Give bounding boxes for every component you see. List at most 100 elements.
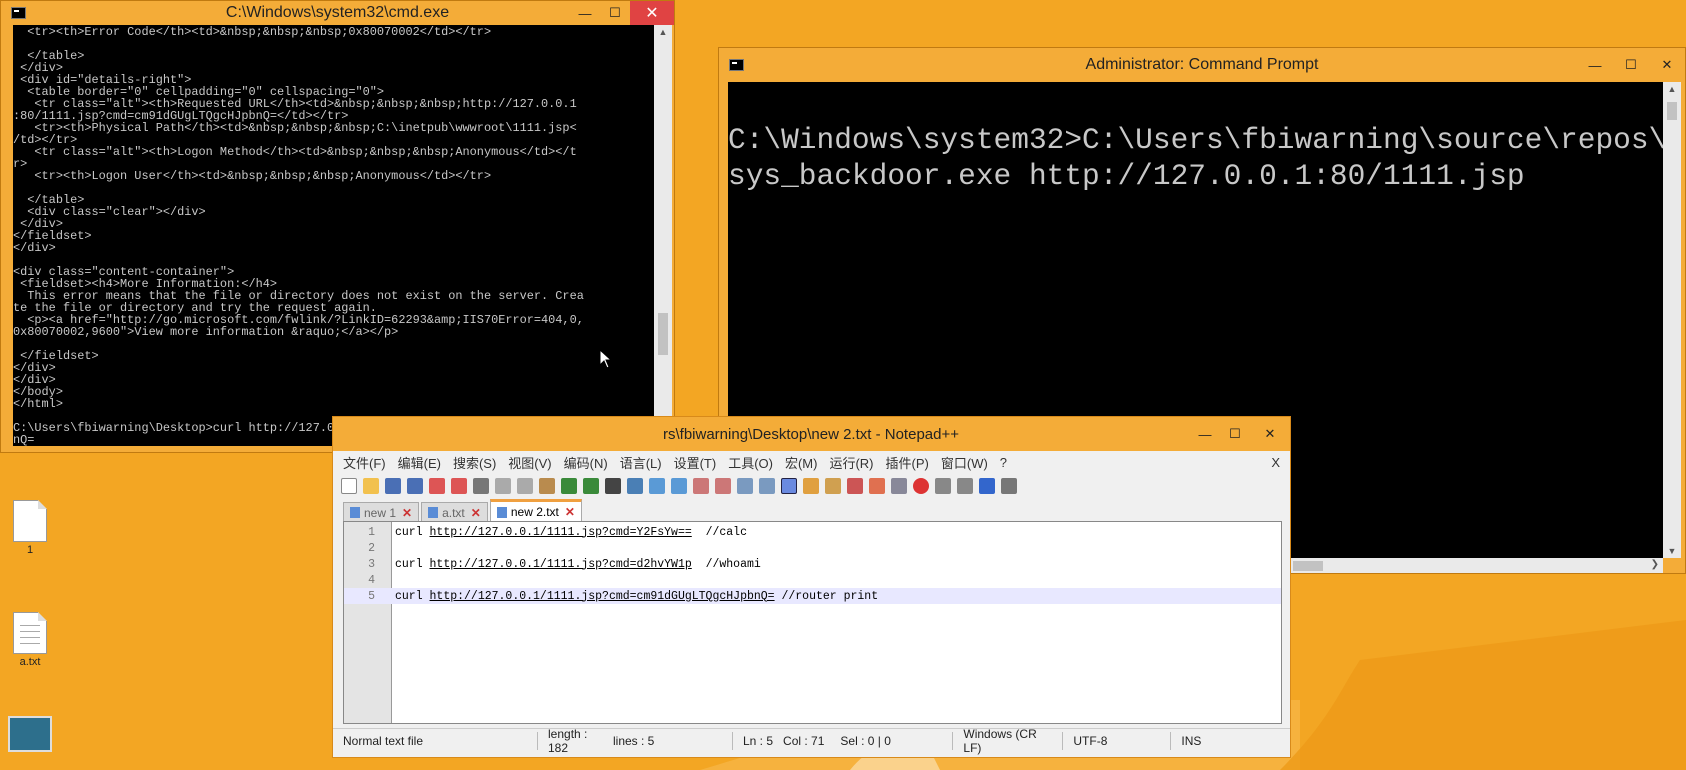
scroll-up-icon[interactable]: ▲ [654, 27, 672, 37]
cmd-exe-window[interactable]: C:\Windows\system32\cmd.exe — ☐ ✕ <tr><t… [0, 0, 675, 453]
status-length: length : 182 [548, 727, 588, 755]
save-all-icon[interactable] [407, 478, 423, 494]
url-link[interactable]: http://127.0.0.1/1111.jsp?cmd=Y2FsYw== [430, 526, 692, 539]
maximize-button[interactable]: ☐ [1613, 48, 1649, 82]
desktop-icon-a-txt[interactable]: a.txt [0, 612, 60, 668]
menu-settings[interactable]: 设置(T) [674, 453, 717, 472]
sync-v-icon[interactable] [693, 478, 709, 494]
find-icon[interactable] [605, 478, 621, 494]
monitoring-icon[interactable] [891, 478, 907, 494]
editor-line-current[interactable]: 5 curl http://127.0.0.1/1111.jsp?cmd=cm91… [344, 588, 1281, 604]
minimize-button[interactable]: — [1577, 48, 1613, 82]
menu-edit[interactable]: 编辑(E) [398, 453, 441, 472]
maximize-button[interactable]: ☐ [600, 1, 630, 25]
word-wrap-icon[interactable] [737, 478, 753, 494]
close-button[interactable]: ✕ [1649, 48, 1685, 82]
title-bar[interactable]: C:\Windows\system32\cmd.exe — ☐ ✕ [1, 1, 674, 25]
maximize-button[interactable]: ☐ [1220, 417, 1250, 451]
scroll-thumb[interactable] [1667, 102, 1677, 120]
tab-a-txt[interactable]: a.txt ✕ [421, 502, 488, 522]
toolbar [341, 473, 1282, 499]
window-title: C:\Windows\system32\cmd.exe [225, 4, 450, 21]
console-text: <tr><th>Error Code</th><td>&nbsp;&nbsp;&… [13, 25, 584, 446]
doc-map-icon[interactable] [825, 478, 841, 494]
text-editor[interactable]: 1 curl http://127.0.0.1/1111.jsp?cmd=Y2Fs… [343, 521, 1282, 724]
sync-h-icon[interactable] [715, 478, 731, 494]
vertical-scrollbar[interactable]: ▲ ▼ [654, 25, 672, 446]
new-file-icon[interactable] [341, 478, 357, 494]
menu-search[interactable]: 搜索(S) [453, 453, 496, 472]
title-bar[interactable]: rs\fbiwarning\Desktop\new 2.txt - Notepa… [333, 417, 1290, 451]
minimize-button[interactable]: — [570, 1, 600, 25]
window-title: Administrator: Command Prompt [1085, 56, 1319, 73]
tab-new-1[interactable]: new 1 ✕ [343, 502, 420, 522]
save-icon[interactable] [385, 478, 401, 494]
editor-line[interactable]: 2 [344, 540, 1281, 556]
save-macro-icon[interactable] [1001, 478, 1017, 494]
indent-guide-icon[interactable] [781, 478, 797, 494]
tab-new-2-txt[interactable]: new 2.txt ✕ [489, 499, 582, 522]
app-shortcut-icon [8, 716, 52, 752]
replace-icon[interactable] [627, 478, 643, 494]
undo-icon[interactable] [561, 478, 577, 494]
show-all-chars-icon[interactable] [759, 478, 775, 494]
file-icon [13, 500, 47, 542]
menu-language[interactable]: 语言(L) [620, 453, 662, 472]
stop-macro-icon[interactable] [935, 478, 951, 494]
record-macro-icon[interactable] [913, 478, 929, 494]
notepad-plus-plus-window[interactable]: rs\fbiwarning\Desktop\new 2.txt - Notepa… [332, 416, 1291, 758]
close-document-button[interactable]: X [1271, 455, 1280, 470]
menu-tools[interactable]: 工具(O) [728, 453, 773, 472]
console-output-area[interactable]: <tr><th>Error Code</th><td>&nbsp;&nbsp;&… [13, 25, 654, 446]
close-tab-icon[interactable]: ✕ [471, 506, 481, 520]
editor-line[interactable]: 4 [344, 572, 1281, 588]
run-macro-multiple-icon[interactable] [979, 478, 995, 494]
close-button[interactable]: ✕ [1250, 417, 1290, 451]
vertical-scrollbar[interactable]: ▲ ▼ [1663, 82, 1681, 558]
print-icon[interactable] [473, 478, 489, 494]
menu-run[interactable]: 运行(R) [829, 453, 873, 472]
zoom-out-icon[interactable] [671, 478, 687, 494]
status-sel: Sel : 0 | 0 [830, 732, 954, 750]
function-list-icon[interactable] [847, 478, 863, 494]
status-lines: lines : 5 [603, 732, 733, 750]
console-icon [11, 7, 26, 19]
status-bar: Normal text file length : 182 lines : 5 … [333, 727, 1290, 755]
menu-plugins[interactable]: 插件(P) [886, 453, 929, 472]
minimize-button[interactable]: — [1190, 417, 1220, 451]
udl-icon[interactable] [803, 478, 819, 494]
scroll-right-icon[interactable]: ❯ [1651, 559, 1659, 570]
redo-icon[interactable] [583, 478, 599, 494]
open-file-icon[interactable] [363, 478, 379, 494]
close-file-icon[interactable] [429, 478, 445, 494]
scroll-up-icon[interactable]: ▲ [1663, 84, 1681, 94]
folder-workspace-icon[interactable] [869, 478, 885, 494]
menu-view[interactable]: 视图(V) [508, 453, 551, 472]
menu-encoding[interactable]: 编码(N) [564, 453, 608, 472]
h-scroll-thumb[interactable] [1293, 561, 1323, 571]
close-button[interactable]: ✕ [630, 1, 674, 25]
close-all-icon[interactable] [451, 478, 467, 494]
close-tab-icon[interactable]: ✕ [565, 505, 575, 519]
editor-line[interactable]: 1 curl http://127.0.0.1/1111.jsp?cmd=Y2Fs… [344, 524, 1281, 540]
url-link[interactable]: http://127.0.0.1/1111.jsp?cmd=cm91dGUgLT… [430, 590, 775, 603]
menu-window[interactable]: 窗口(W) [941, 453, 988, 472]
scroll-thumb[interactable] [658, 313, 668, 355]
cut-icon[interactable] [495, 478, 511, 494]
menu-file[interactable]: 文件(F) [343, 453, 386, 472]
status-ln: Ln : 5 [743, 734, 774, 748]
url-link[interactable]: http://127.0.0.1/1111.jsp?cmd=d2hvYW1p [430, 558, 692, 571]
menu-help[interactable]: ? [1000, 455, 1007, 470]
editor-line[interactable]: 3 curl http://127.0.0.1/1111.jsp?cmd=d2hv… [344, 556, 1281, 572]
scroll-down-icon[interactable]: ▼ [1663, 546, 1681, 556]
menu-macro[interactable]: 宏(M) [785, 453, 818, 472]
copy-icon[interactable] [517, 478, 533, 494]
desktop-icon-file-1[interactable]: 1 [0, 500, 60, 556]
play-macro-icon[interactable] [957, 478, 973, 494]
close-tab-icon[interactable]: ✕ [402, 506, 412, 520]
status-encoding: UTF-8 [1063, 732, 1172, 750]
title-bar[interactable]: Administrator: Command Prompt — ☐ ✕ [719, 48, 1685, 82]
zoom-in-icon[interactable] [649, 478, 665, 494]
desktop-icon-app[interactable] [0, 716, 60, 752]
paste-icon[interactable] [539, 478, 555, 494]
